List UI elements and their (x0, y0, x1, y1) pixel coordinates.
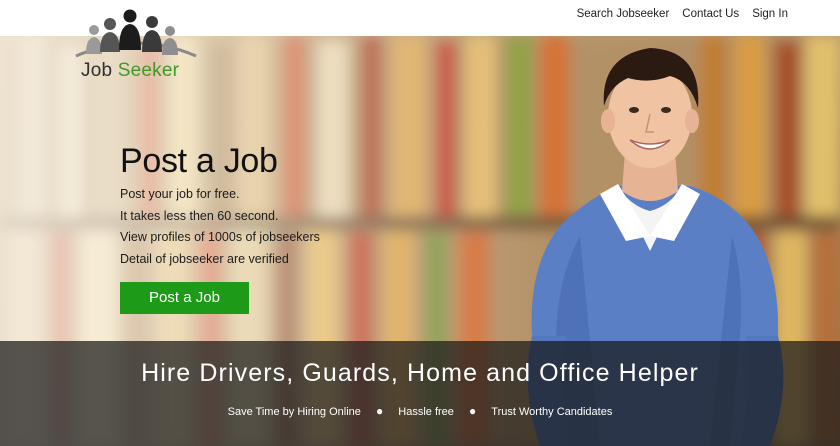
logo-word-job: Job (81, 60, 113, 81)
hero-title: Post a Job (120, 142, 278, 180)
hero-text-block: Post a Job Post your job for free. It ta… (120, 144, 320, 314)
benefit-item: Hassle free (398, 406, 454, 418)
nav-contact-us-link[interactable]: Contact Us (682, 8, 739, 20)
hero-feature-line: Post your job for free. (120, 187, 240, 201)
nav-search-jobseeker-link[interactable]: Search Jobseeker (577, 8, 670, 20)
hero-section: Post a Job Post your job for free. It ta… (0, 36, 840, 446)
hero-feature-line: Detail of jobseeker are verified (120, 251, 289, 266)
nav-sign-in-link[interactable]: Sign In (752, 8, 788, 20)
banner-benefits-list: Save Time by Hiring Online ● Hassle free… (0, 404, 840, 418)
hero-feature-line: It takes less then 60 second. (120, 208, 279, 223)
main-nav: Search Jobseeker Contact Us Sign In (577, 8, 788, 20)
benefit-item: Save Time by Hiring Online (227, 406, 361, 418)
bullet-separator-icon: ● (375, 404, 384, 418)
logo-word-seeker: Seeker (117, 60, 180, 81)
people-silhouette-icon (75, 9, 197, 58)
logo-wordmark: Job Seeker (81, 60, 179, 82)
site-logo[interactable]: Job Seeker (66, 4, 206, 82)
hire-helpers-banner: Hire Drivers, Guards, Home and Office He… (0, 341, 840, 446)
banner-title: Hire Drivers, Guards, Home and Office He… (141, 359, 699, 387)
bullet-separator-icon: ● (468, 404, 477, 418)
hero-feature-line: View profiles of 1000s of jobseekers (120, 230, 320, 244)
post-a-job-button[interactable]: Post a Job (120, 282, 249, 314)
benefit-item: Trust Worthy Candidates (491, 406, 613, 418)
